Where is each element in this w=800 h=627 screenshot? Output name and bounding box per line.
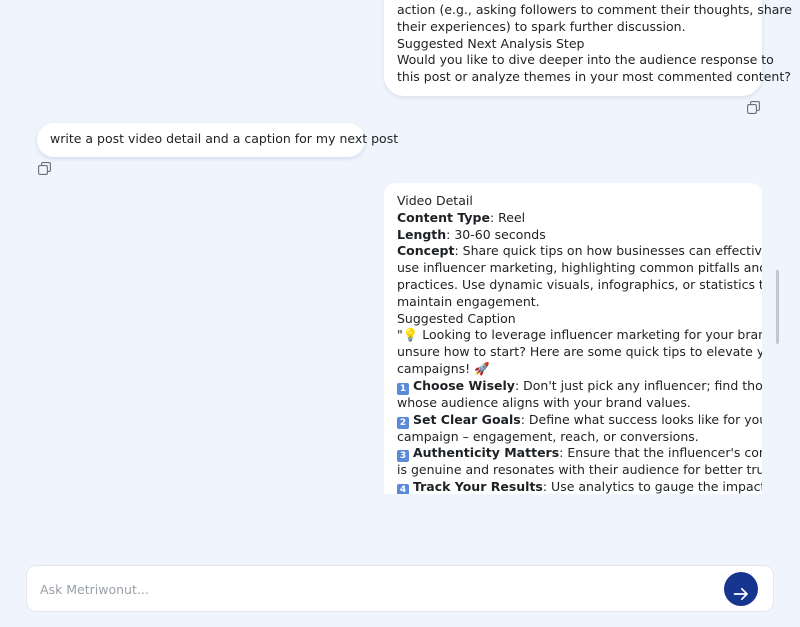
tip-line: is genuine and resonates with their audi… <box>397 462 762 478</box>
copy-icon[interactable] <box>747 101 761 115</box>
message-line: Would you like to dive deeper into the a… <box>397 52 774 68</box>
caption-line: "💡 Looking to leverage influencer market… <box>397 327 762 343</box>
assistant-message: Video Detail Content Type: Reel Length: … <box>384 183 762 494</box>
length-value: : 30-60 seconds <box>446 226 546 242</box>
content-type-label: Content Type <box>397 209 490 225</box>
keycap-number-icon: 1 <box>397 382 409 395</box>
user-message: write a post video detail and a caption … <box>37 123 399 157</box>
caption-heading: Suggested Caption <box>397 310 516 326</box>
assistant-message: action (e.g., asking followers to commen… <box>384 0 792 96</box>
message-line: use influencer marketing, highlighting c… <box>397 260 762 276</box>
copy-icon[interactable] <box>38 162 52 176</box>
ask-input[interactable] <box>40 578 690 600</box>
keycap-number-icon: 4 <box>397 484 409 494</box>
keycap-number-icon: 3 <box>397 450 409 463</box>
chat-page: action (e.g., asking followers to commen… <box>0 0 800 627</box>
content-type-value: : Reel <box>489 209 526 225</box>
message-line: maintain engagement. <box>397 293 540 309</box>
message-line: action (e.g., asking followers to commen… <box>397 2 792 17</box>
keycap-number-icon: 2 <box>397 416 409 429</box>
scrollbar-thumb[interactable] <box>776 270 779 344</box>
tip-text: : Don't just pick any influencer; find t… <box>514 377 762 393</box>
length-label: Length <box>397 226 447 242</box>
tip-line: 2 Set Clear Goals: Define what success l… <box>397 411 762 429</box>
send-button[interactable] <box>724 572 758 606</box>
tip-line: 3 Authenticity Matters: Ensure that the … <box>397 445 762 463</box>
caption-line: campaigns! 🚀 <box>397 360 490 376</box>
content-type-line: Content Type: Reel <box>397 210 752 227</box>
tip-text: : Ensure that the influencer's content <box>559 445 762 461</box>
arrow-right-icon <box>733 587 748 600</box>
caption-line: unsure how to start? Here are some quick… <box>397 344 762 360</box>
concept-label: Concept <box>397 243 455 259</box>
message-line: practices. Use dynamic visuals, infograp… <box>397 276 762 292</box>
tip-text: : Define what success looks like for you… <box>520 411 762 427</box>
tip-title: Track Your Results <box>412 479 543 494</box>
tip-line: 1 Choose Wisely: Don't just pick any inf… <box>397 377 762 395</box>
tip-line: 4 Track Your Results: Use analytics to g… <box>397 479 762 494</box>
tip-title: Set Clear Goals <box>412 411 521 427</box>
tip-title: Authenticity Matters <box>412 445 560 461</box>
tip-text: : Use analytics to gauge the impact of <box>542 479 762 494</box>
tip-title: Choose Wisely <box>412 377 515 393</box>
message-line: their experiences) to spark further disc… <box>397 18 686 34</box>
chat-thread: action (e.g., asking followers to commen… <box>0 0 800 545</box>
message-line: this post or analyze themes in your most… <box>397 69 791 85</box>
concept-value: : Share quick tips on how businesses can… <box>454 243 762 259</box>
message-composer <box>26 565 774 612</box>
tip-line: campaign – engagement, reach, or convers… <box>397 428 699 444</box>
message-line: Suggested Next Analysis Step <box>397 35 585 51</box>
tip-line: whose audience aligns with your brand va… <box>397 394 691 410</box>
length-line: Length: 30-60 seconds <box>397 227 752 244</box>
video-detail-heading: Video Detail <box>397 193 473 208</box>
user-message-text: write a post video detail and a caption … <box>50 131 399 146</box>
concept-line: Concept: Share quick tips on how busines… <box>397 243 762 260</box>
